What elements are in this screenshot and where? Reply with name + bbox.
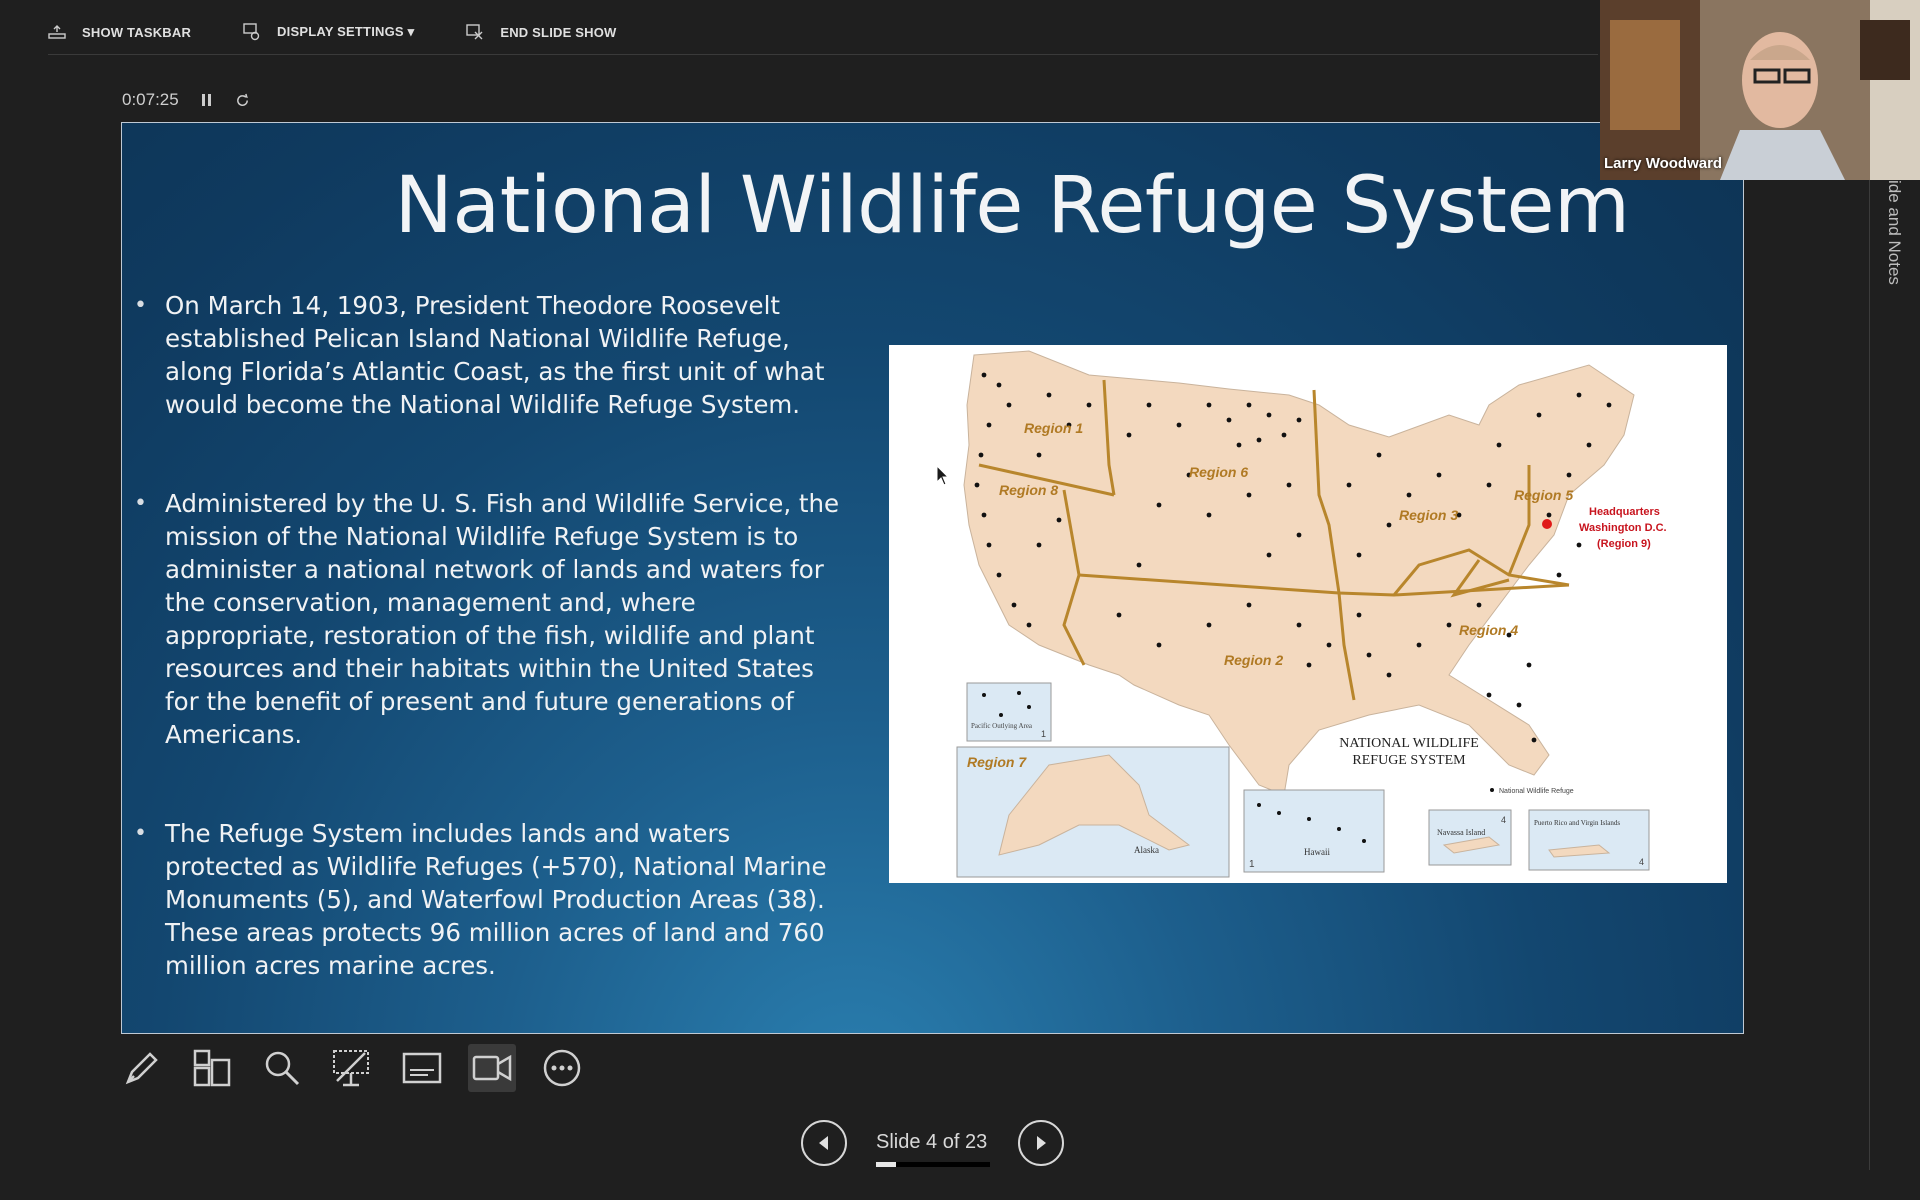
region-label: Region 2 (1224, 652, 1283, 668)
pen-tool-button[interactable] (118, 1044, 166, 1092)
slide-title: National Wildlife Refuge System (394, 161, 1630, 251)
side-panel-divider (1869, 180, 1870, 1170)
camera-toggle-button[interactable] (468, 1044, 516, 1092)
map-title-line1: NATIONAL WILDLIFE (1339, 736, 1479, 751)
region-label: Region 5 (1514, 487, 1573, 503)
display-settings-button[interactable]: DISPLAY SETTINGS ▾ (243, 23, 414, 41)
restart-icon (236, 93, 248, 106)
region-label: Region 1 (1024, 420, 1083, 436)
pause-icon (201, 94, 211, 106)
headquarters-marker (1542, 519, 1552, 529)
region-label: Region 4 (1459, 622, 1518, 638)
laser-pointer-icon (333, 1050, 369, 1087)
presenter-name: Larry Woodward (1604, 155, 1723, 172)
presenter-tools (118, 1044, 586, 1092)
slide-progress-fill (876, 1162, 896, 1167)
inset-alaska: Region 7 Alaska (956, 746, 1230, 878)
subtitles-icon (402, 1052, 442, 1084)
refuge-system-map: Headquarters Washington D.C. (Region 9) … (889, 345, 1727, 883)
webcam-feed (1600, 0, 1920, 180)
previous-slide-button[interactable] (801, 1120, 847, 1166)
inset-pacific: Pacific Outlying Area 1 (966, 682, 1052, 742)
region-label: Region 7 (967, 754, 1027, 770)
toolbar-divider (48, 54, 1598, 55)
bullet-item: Administered by the U. S. Fish and Wildl… (134, 487, 844, 751)
slide-and-notes-label[interactable]: ide and Notes (1884, 180, 1904, 285)
map-title-line2: REFUGE SYSTEM (1352, 753, 1466, 768)
show-taskbar-label: SHOW TASKBAR (82, 24, 192, 40)
slide-bullet-list: On March 14, 1903, President Theodore Ro… (134, 289, 844, 1033)
subtitles-button[interactable] (398, 1044, 446, 1092)
slide-counter[interactable]: Slide 4 of 23 (876, 1131, 987, 1154)
display-settings-icon (243, 23, 260, 41)
inset-puerto-rico: Puerto Rico and Virgin Islands 4 (1528, 809, 1650, 871)
inset-pr-number: 4 (1639, 857, 1644, 867)
bullet-item: The Refuge System includes lands and wat… (134, 817, 844, 982)
hq-label-line1: Headquarters (1589, 506, 1660, 518)
inset-navassa-number: 4 (1501, 815, 1506, 825)
inset-pr-label: Puerto Rico and Virgin Islands (1534, 819, 1620, 827)
pause-timer-button[interactable] (201, 93, 213, 107)
mouse-cursor-icon (936, 465, 950, 486)
presenter-toolbar: SHOW TASKBAR DISPLAY SETTINGS ▾ END SLID… (48, 20, 669, 44)
show-taskbar-button[interactable]: SHOW TASKBAR (48, 24, 191, 40)
hq-label-line3: (Region 9) (1597, 538, 1651, 550)
inset-navassa-label: Navassa Island (1437, 828, 1485, 837)
inset-hawaii: Hawaii 1 (1243, 789, 1385, 873)
slides-grid-icon (193, 1049, 231, 1087)
chevron-left-icon (819, 1136, 828, 1150)
bullet-item: On March 14, 1903, President Theodore Ro… (134, 289, 844, 421)
end-slide-show-button[interactable]: END SLIDE SHOW (466, 23, 616, 41)
camera-icon (472, 1054, 512, 1082)
presenter-webcam: Larry Woodward (1600, 0, 1920, 180)
inset-pacific-label: Pacific Outlying Area (971, 722, 1033, 730)
inset-navassa: Navassa Island 4 (1428, 809, 1512, 866)
zoom-button[interactable] (258, 1044, 306, 1092)
inset-hawaii-number: 1 (1249, 859, 1255, 870)
more-options-button[interactable] (538, 1044, 586, 1092)
inset-alaska-label: Alaska (1134, 845, 1159, 855)
region-label: Region 8 (999, 482, 1058, 498)
chevron-right-icon (1037, 1136, 1046, 1150)
timer-row: 0:07:25 (122, 90, 250, 110)
pen-icon (125, 1052, 158, 1085)
map-legend: National Wildlife Refuge (1499, 788, 1574, 795)
next-slide-button[interactable] (1018, 1120, 1064, 1166)
region-label: Region 3 (1399, 507, 1458, 523)
slide-progress-bar (876, 1162, 990, 1167)
more-options-icon (543, 1049, 581, 1087)
see-all-slides-button[interactable] (188, 1044, 236, 1092)
hq-label-line2: Washington D.C. (1579, 522, 1667, 534)
black-screen-button[interactable] (328, 1044, 376, 1092)
region-label: Region 6 (1189, 464, 1248, 480)
current-slide[interactable]: National Wildlife Refuge System On March… (121, 122, 1744, 1034)
us-map-illustration: Headquarters Washington D.C. (Region 9) … (889, 345, 1727, 883)
restart-timer-button[interactable] (235, 93, 250, 108)
timer-elapsed: 0:07:25 (122, 90, 179, 109)
display-settings-label: DISPLAY SETTINGS ▾ (277, 24, 415, 39)
taskbar-icon (48, 25, 66, 39)
zoom-icon (265, 1051, 300, 1086)
inset-hawaii-label: Hawaii (1304, 847, 1330, 857)
inset-pacific-number: 1 (1041, 729, 1046, 739)
end-show-icon (466, 24, 483, 40)
end-slide-show-label: END SLIDE SHOW (500, 24, 617, 40)
